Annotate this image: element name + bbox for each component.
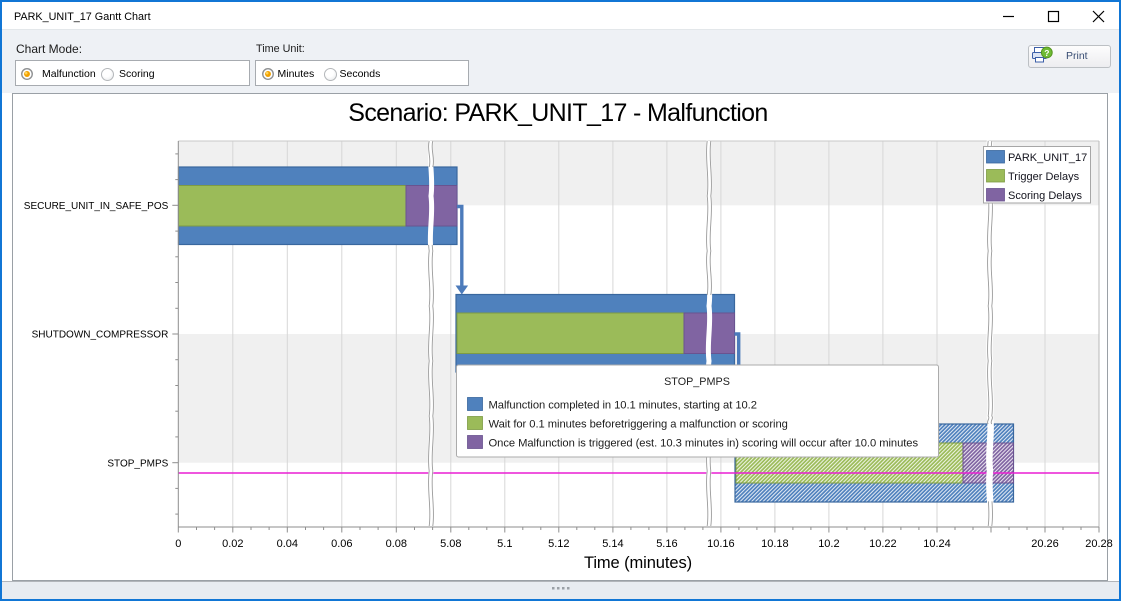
svg-text:Scenario: PARK_UNIT_17 - Malfu: Scenario: PARK_UNIT_17 - Malfunction xyxy=(348,99,767,127)
svg-text:Time (minutes): Time (minutes) xyxy=(584,554,692,572)
svg-text:10.24: 10.24 xyxy=(923,538,951,550)
svg-text:0.06: 0.06 xyxy=(331,538,352,550)
svg-text:5.12: 5.12 xyxy=(548,538,569,550)
svg-text:10.2: 10.2 xyxy=(818,538,839,550)
svg-text:5.16: 5.16 xyxy=(656,538,677,550)
svg-text:STOP_PMPS: STOP_PMPS xyxy=(107,458,168,469)
svg-text:Malfunction completed in 10.1: Malfunction completed in 10.1 minutes, s… xyxy=(489,399,757,411)
svg-text:Wait for 0.1 minutes beforetri: Wait for 0.1 minutes beforetriggering a … xyxy=(489,418,788,430)
svg-text:PARK_UNIT_17: PARK_UNIT_17 xyxy=(1008,152,1087,164)
svg-text:0.02: 0.02 xyxy=(222,538,243,550)
svg-text:Scoring Delays: Scoring Delays xyxy=(1008,190,1082,202)
svg-text:STOP_PMPS: STOP_PMPS xyxy=(664,376,730,388)
svg-text:0: 0 xyxy=(175,538,181,550)
svg-text:SECURE_UNIT_IN_SAFE_POS: SECURE_UNIT_IN_SAFE_POS xyxy=(24,201,169,212)
svg-text:SHUTDOWN_COMPRESSOR: SHUTDOWN_COMPRESSOR xyxy=(32,330,169,341)
svg-text:10.18: 10.18 xyxy=(761,538,789,550)
svg-text:5.14: 5.14 xyxy=(602,538,623,550)
svg-text:Once Malfunction is triggered: Once Malfunction is triggered (est. 10.3… xyxy=(489,437,919,449)
svg-text:10.22: 10.22 xyxy=(869,538,897,550)
svg-text:0.04: 0.04 xyxy=(277,538,298,550)
svg-text:0.08: 0.08 xyxy=(386,538,407,550)
svg-text:10.16: 10.16 xyxy=(707,538,735,550)
svg-text:5.1: 5.1 xyxy=(497,538,512,550)
svg-text:5.08: 5.08 xyxy=(440,538,461,550)
svg-text:20.28: 20.28 xyxy=(1085,538,1113,550)
svg-text:Trigger Delays: Trigger Delays xyxy=(1008,171,1080,183)
svg-text:20.26: 20.26 xyxy=(1031,538,1059,550)
